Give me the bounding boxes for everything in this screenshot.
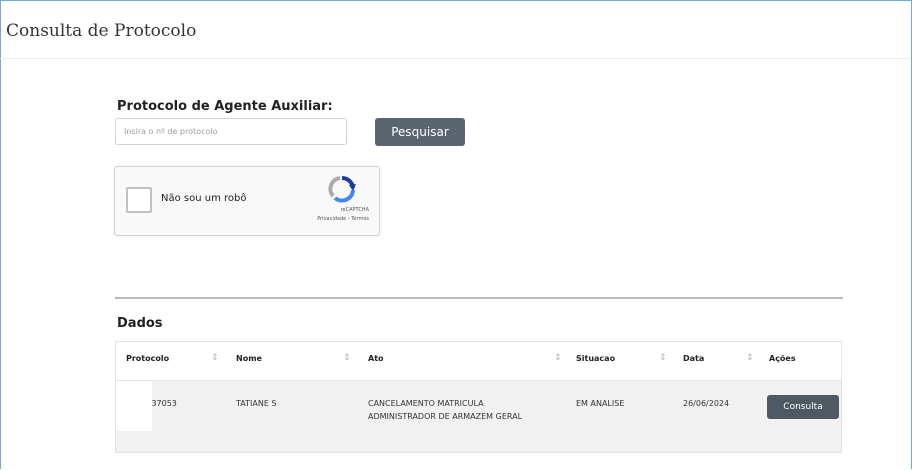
recaptcha-logo-icon [328,175,356,203]
cell-data: 26/06/2024 [683,399,730,408]
sort-icon[interactable]: ⇕ [746,353,754,363]
page-title: Consulta de Protocolo [6,21,197,41]
table-row: 2400437053 TATIANE S CANCELAMENTO MATRIC… [116,381,841,452]
recaptcha-brand: reCAPTCHA [340,207,369,213]
sort-icon[interactable]: ⇕ [343,353,351,363]
section-divider [115,297,843,299]
table-header: Protocolo ⇕ Nome ⇕ Ato ⇕ Situacao ⇕ Data… [116,342,841,381]
column-header-situacao[interactable]: Situacao [576,354,615,363]
column-header-data[interactable]: Data [683,354,704,363]
sort-icon[interactable]: ⇕ [211,353,219,363]
column-header-acoes: Ações [769,354,796,363]
protocol-label: Protocolo de Agente Auxiliar: [117,99,333,114]
recaptcha-links[interactable]: Privacidade - Termos [291,216,369,222]
search-button[interactable]: Pesquisar [375,118,465,146]
sort-icon[interactable]: ⇕ [554,353,562,363]
protocol-input[interactable] [115,118,347,145]
sort-icon[interactable]: ⇕ [659,353,667,363]
consulta-button[interactable]: Consulta [767,395,839,419]
column-header-protocolo[interactable]: Protocolo [126,354,169,363]
cell-nome: TATIANE S [236,399,277,408]
results-table: Protocolo ⇕ Nome ⇕ Ato ⇕ Situacao ⇕ Data… [115,341,842,453]
redaction-mask [116,381,152,431]
title-divider [0,58,910,59]
recaptcha-widget: Não sou um robô reCAPTCHA Privacidade - … [114,166,380,236]
column-header-ato[interactable]: Ato [368,354,384,363]
results-title: Dados [117,316,163,331]
cell-situacao: EM ANALISE [576,399,625,408]
column-header-nome[interactable]: Nome [236,354,262,363]
cell-ato: CANCELAMENTO MATRICULA ADMINISTRADOR DE … [368,399,523,421]
recaptcha-label: Não sou um robô [161,193,247,204]
recaptcha-checkbox[interactable] [126,187,152,213]
